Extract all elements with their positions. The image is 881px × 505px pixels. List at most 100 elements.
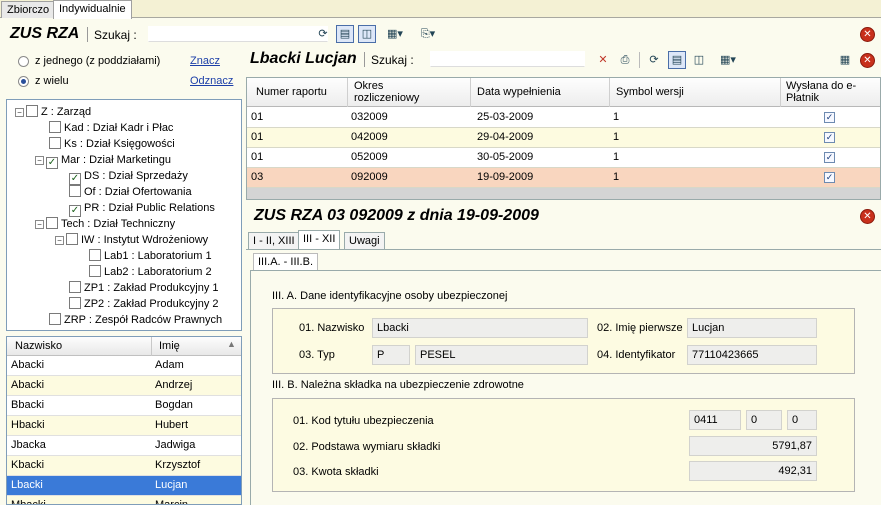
tree-node-lab2[interactable]: Lab2 : Laboratorium 2	[89, 264, 212, 280]
tree-checkbox[interactable]: ✓	[46, 157, 58, 169]
imie-field[interactable]: Lucjan	[687, 318, 817, 338]
list-item[interactable]: Abacki Andrzej	[7, 376, 241, 396]
sort-asc-icon: ▲	[227, 339, 236, 349]
grid-menu-icon[interactable]: ▦▾	[382, 25, 408, 43]
list-item[interactable]: Hbacki Hubert	[7, 416, 241, 436]
list-item[interactable]: Abacki Adam	[7, 356, 241, 376]
kod-field-3[interactable]: 0	[787, 410, 817, 430]
list-item[interactable]: Mbacki Marcin	[7, 496, 241, 504]
kwota-field[interactable]: 492,31	[689, 461, 817, 481]
split-view-icon[interactable]: ◫	[358, 25, 376, 43]
tree-node-zrp[interactable]: ZRP : Zespół Radców Prawnych	[49, 312, 222, 328]
tree-checkbox[interactable]	[69, 185, 81, 197]
tree-node-iw[interactable]: − IW : Instytut Wdrożeniowy	[55, 232, 208, 248]
tree-checkbox[interactable]	[26, 105, 38, 117]
list-item[interactable]: Jbacka Jadwiga	[7, 436, 241, 456]
main-toolbar: ZUS RZA Szukaj : ⟳ ▤ ◫ ▦▾ ⎘▾ ✕	[0, 22, 881, 46]
unmark-link[interactable]: Odznacz	[190, 75, 233, 87]
tree-node-pr[interactable]: ✓ PR : Dział Public Relations	[69, 200, 215, 217]
print-icon[interactable]: ⎙	[616, 51, 634, 69]
tree-checkbox[interactable]	[49, 137, 61, 149]
tree-node-kad[interactable]: Kad : Dział Kadr i Płac	[49, 120, 173, 136]
table-row[interactable]: 01 052009 30-05-2009 1 ✓	[247, 148, 880, 168]
tree-checkbox[interactable]	[46, 217, 58, 229]
form-view-icon[interactable]: ▤	[668, 51, 686, 69]
list-item[interactable]: Bbacki Bogdan	[7, 396, 241, 416]
table-row[interactable]: 03 092009 19-09-2009 1 ✓	[247, 168, 880, 188]
grid-menu-icon[interactable]: ▦▾	[714, 51, 742, 69]
refresh-icon[interactable]: ⟳	[314, 25, 332, 43]
tree-checkbox[interactable]	[69, 297, 81, 309]
close-person-icon[interactable]: ✕	[860, 53, 875, 68]
collapse-icon[interactable]: −	[35, 156, 44, 165]
cell-symbol: 1	[613, 151, 620, 163]
collapse-icon[interactable]: −	[35, 220, 44, 229]
kod-field-2[interactable]: 0	[746, 410, 782, 430]
cell-data: 19-09-2009	[477, 171, 534, 183]
person-search-input[interactable]	[430, 51, 585, 67]
tree-checkbox[interactable]	[69, 281, 81, 293]
table-row[interactable]: 01 042009 29-04-2009 1 ✓	[247, 128, 880, 148]
tab-zbiorczo[interactable]: Zbiorczo	[1, 1, 56, 18]
nazwisko-field[interactable]: Lbacki	[372, 318, 588, 338]
sent-checkbox[interactable]: ✓	[824, 152, 835, 163]
radio-many-icon[interactable]	[18, 76, 29, 87]
refresh-icon[interactable]: ⟳	[645, 51, 663, 69]
grid-header-wyslana[interactable]: Wysłana do e-Płatnik	[786, 80, 866, 104]
tab-i-ii-xiii[interactable]: I - II, XIII	[248, 232, 300, 250]
table-row[interactable]: 01 032009 25-03-2009 1 ✓	[247, 108, 880, 128]
tree-node-label: Ks : Dział Księgowości	[64, 138, 175, 150]
tree-checkbox[interactable]	[89, 265, 101, 277]
close-detail-icon[interactable]: ✕	[860, 209, 875, 224]
radio-one-icon[interactable]	[18, 56, 29, 67]
export-menu-icon[interactable]: ⎘▾	[413, 25, 443, 43]
detail-title: ZUS RZA 03 092009 z dnia 19-09-2009	[254, 207, 539, 224]
tree-node-zarzad[interactable]: − Z : Zarząd	[15, 104, 91, 120]
detail-pane: III. A. Dane identyfikacyjne osoby ubezp…	[250, 270, 881, 505]
tree-node-ks[interactable]: Ks : Dział Księgowości	[49, 136, 175, 152]
tree-node-lab1[interactable]: Lab1 : Laboratorium 1	[89, 248, 212, 264]
grid-header-symbol[interactable]: Symbol wersji	[616, 86, 684, 98]
tree-node-zp2[interactable]: ZP2 : Zakład Produkcyjny 2	[69, 296, 219, 312]
tree-checkbox[interactable]	[49, 313, 61, 325]
tree-checkbox[interactable]	[89, 249, 101, 261]
column-header-imie[interactable]: Imię	[159, 340, 180, 352]
list-cell-nazwisko: Kbacki	[11, 459, 45, 471]
tree-checkbox[interactable]	[49, 121, 61, 133]
sent-checkbox[interactable]: ✓	[824, 132, 835, 143]
close-icon[interactable]: ✕	[860, 27, 875, 42]
grid-header-data[interactable]: Data wypełnienia	[477, 86, 561, 98]
typ-field[interactable]: P	[372, 345, 410, 365]
podstawa-field[interactable]: 5791,87	[689, 436, 817, 456]
tab-uwagi[interactable]: Uwagi	[344, 232, 385, 250]
delete-icon[interactable]: ✕	[594, 51, 612, 69]
tree-node-label: Lab2 : Laboratorium 2	[104, 266, 212, 278]
tab-iii-xii[interactable]: III - XII	[298, 230, 341, 250]
identyfikator-field[interactable]: 77110423665	[687, 345, 817, 365]
grid-header-okres[interactable]: Okres rozliczeniowy	[354, 80, 444, 104]
kod-field-1[interactable]: 0411	[689, 410, 741, 430]
list-item[interactable]: Kbacki Krzysztof	[7, 456, 241, 476]
tree-node-tech[interactable]: − Tech : Dział Techniczny	[35, 216, 175, 232]
collapse-icon[interactable]: −	[15, 108, 24, 117]
split-view-icon[interactable]: ◫	[690, 51, 708, 69]
calculator-icon[interactable]: ▦	[836, 51, 854, 69]
tree-node-label: ZRP : Zespół Radców Prawnych	[64, 314, 223, 326]
sent-checkbox[interactable]: ✓	[824, 172, 835, 183]
typ-name-field[interactable]: PESEL	[415, 345, 588, 365]
mark-link[interactable]: Znacz	[190, 55, 220, 67]
tree-node-mar[interactable]: − ✓ Mar : Dział Marketingu	[35, 152, 171, 169]
collapse-icon[interactable]: −	[55, 236, 64, 245]
tab-indywidualnie[interactable]: Indywidualnie	[53, 0, 132, 19]
tree-checkbox[interactable]	[66, 233, 78, 245]
sent-checkbox[interactable]: ✓	[824, 112, 835, 123]
search-input[interactable]	[148, 26, 328, 42]
list-item[interactable]: Lbacki Lucjan	[7, 476, 241, 496]
form-view-icon[interactable]: ▤	[336, 25, 354, 43]
grid-header-numer[interactable]: Numer raportu	[256, 86, 327, 98]
tree-node-zp1[interactable]: ZP1 : Zakład Produkcyjny 1	[69, 280, 219, 296]
tree-node-ds[interactable]: ✓ DS : Dział Sprzedaży	[69, 168, 188, 185]
column-header-nazwisko[interactable]: Nazwisko	[15, 340, 62, 352]
tree-node-of[interactable]: Of : Dział Ofertowania	[69, 184, 192, 200]
reports-grid: Numer raportu Okres rozliczeniowy Data w…	[246, 77, 881, 200]
